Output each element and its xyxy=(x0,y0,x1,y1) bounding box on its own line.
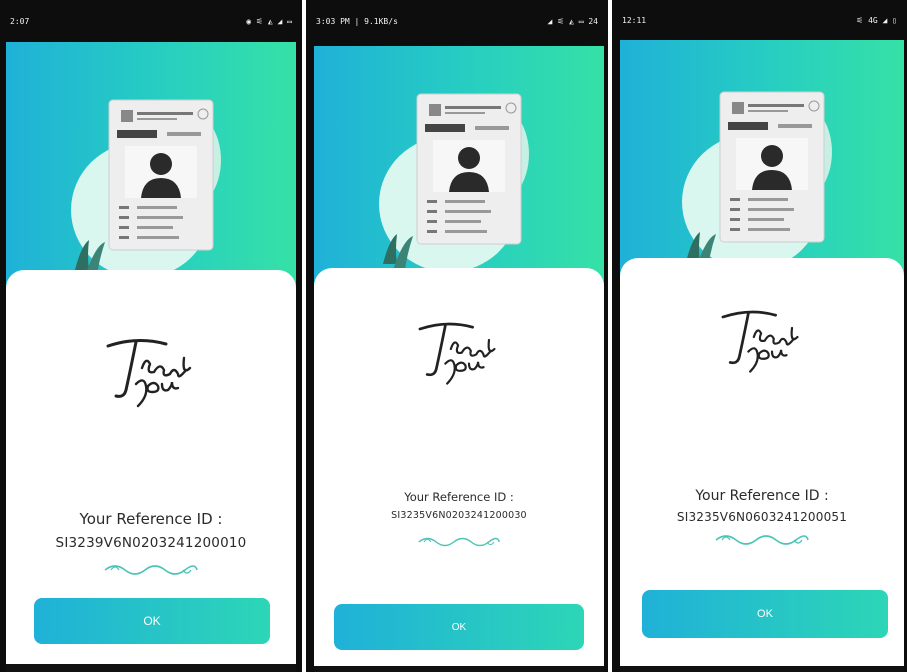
app-screen: Your Reference ID : SI3235V6N06032412000… xyxy=(620,40,904,672)
ok-button[interactable]: OK xyxy=(34,598,270,644)
voter-id-card-icon xyxy=(682,91,842,273)
phone-screenshot-1: 2:07 ◉ ⚟ ◭ ◢ ▭ Your Reference ID: SI323… xyxy=(0,0,302,672)
status-icons: ◢ ⚟ ◭ ▭ 24 xyxy=(547,16,598,26)
app-screen: Your Reference ID : SI3239V6N02032412000… xyxy=(6,42,296,672)
phone-screenshot-2: 3:03 PM | 9.1KB/s ◢ ⚟ ◭ ▭ 24 Your Refere… xyxy=(306,0,608,672)
nav-bar xyxy=(6,664,296,672)
flourish-divider xyxy=(314,534,604,553)
thank-you-icon xyxy=(721,310,799,373)
thank-you-graphic xyxy=(6,328,296,412)
status-bar: 2:07 ◉ ⚟ ◭ ◢ ▭ xyxy=(0,0,302,42)
thank-you-icon xyxy=(106,339,192,408)
thank-you-graphic xyxy=(620,300,904,378)
status-time: 12:11 xyxy=(622,15,647,25)
hero-banner xyxy=(314,46,604,296)
reference-id: SI3235V6N0203241200030 xyxy=(391,510,527,521)
hero-banner xyxy=(6,42,296,302)
thank-you-graphic xyxy=(314,312,604,390)
flourish-divider-icon xyxy=(418,537,500,547)
hero-banner xyxy=(620,40,904,290)
confirmation-card: Your Reference ID : SI3235V6N02032412000… xyxy=(314,268,604,672)
voter-id-card-icon xyxy=(71,99,231,281)
app-screen: Your Reference ID : SI3235V6N02032412000… xyxy=(314,46,604,672)
status-bar: 3:03 PM | 9.1KB/s ◢ ⚟ ◭ ▭ 24 xyxy=(306,0,608,42)
reference-id: SI3235V6N0603241200051 xyxy=(676,510,848,524)
flourish-divider-icon xyxy=(104,565,198,575)
reference-id: SI3239V6N0203241200010 xyxy=(55,535,247,551)
nav-bar xyxy=(314,666,604,672)
flourish-divider xyxy=(6,562,296,582)
phone-screenshot-3: 12:11 ⚟ 4G ◢ ▯ Your Reference ID: SI323… xyxy=(612,0,907,672)
ok-button[interactable]: OK xyxy=(334,604,584,650)
reference-label: Your Reference ID : xyxy=(404,490,514,504)
status-bar: 12:11 ⚟ 4G ◢ ▯ xyxy=(612,0,907,40)
reference-label: Your Reference ID : xyxy=(79,510,223,528)
voter-id-card-icon xyxy=(379,93,539,275)
thank-you-icon xyxy=(418,322,496,385)
status-icons: ◉ ⚟ ◭ ◢ ▭ xyxy=(246,16,292,26)
confirmation-card: Your Reference ID : SI3235V6N06032412000… xyxy=(620,258,904,672)
flourish-divider xyxy=(620,532,904,552)
status-time: 2:07 xyxy=(10,16,30,26)
status-icons: ⚟ 4G ◢ ▯ xyxy=(856,15,897,25)
confirmation-card: Your Reference ID : SI3239V6N02032412000… xyxy=(6,270,296,672)
ok-button[interactable]: OK xyxy=(642,590,888,638)
reference-label: Your Reference ID : xyxy=(695,488,829,504)
status-time: 3:03 PM | 9.1KB/s xyxy=(316,16,398,26)
nav-bar xyxy=(620,666,904,672)
flourish-divider-icon xyxy=(715,535,809,545)
